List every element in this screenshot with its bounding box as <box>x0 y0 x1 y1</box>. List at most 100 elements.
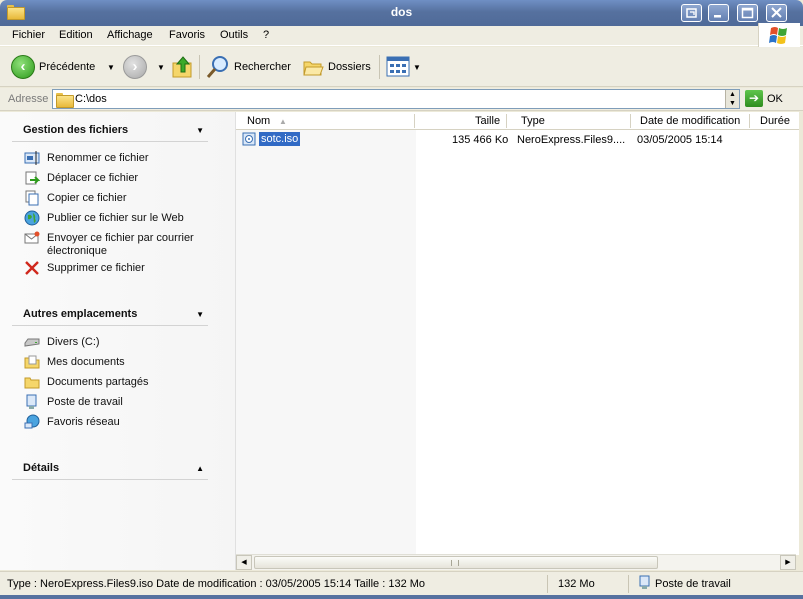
file-name-cell[interactable]: sotc.iso <box>242 132 301 146</box>
column-name[interactable]: Nom <box>247 115 270 127</box>
task-delete[interactable]: Supprimer ce fichier <box>24 260 214 276</box>
menu-tools[interactable]: Outils <box>220 29 248 41</box>
scrollbar-thumb[interactable] <box>254 556 658 569</box>
search-button[interactable]: Rechercher <box>206 53 291 81</box>
column-divider[interactable] <box>414 114 415 128</box>
task-move[interactable]: Déplacer ce fichier <box>24 170 214 186</box>
sorted-column-highlight <box>236 112 416 555</box>
forward-dropdown-arrow[interactable]: ▼ <box>157 53 165 81</box>
task-send-mail[interactable]: Envoyer ce fichier par courrier électron… <box>24 230 214 258</box>
place-drive-c[interactable]: Divers (C:) <box>24 334 214 350</box>
go-arrow-icon: ➔ <box>745 90 763 107</box>
column-duration[interactable]: Durée <box>760 115 790 127</box>
task-move-label: Déplacer ce fichier <box>47 172 139 184</box>
go-button[interactable]: ➔ OK <box>745 90 783 107</box>
forward-arrow-icon: › <box>123 55 147 79</box>
expand-chevron-icon[interactable]: ▲ <box>196 464 204 473</box>
menu-favorites[interactable]: Favoris <box>169 29 205 41</box>
folders-icon <box>303 61 324 76</box>
minimize-button[interactable] <box>708 4 729 22</box>
back-button[interactable]: ‹ Précédente <box>11 53 95 81</box>
maximize-icon <box>741 7 754 19</box>
my-documents-icon <box>24 354 40 370</box>
horizontal-scrollbar[interactable]: ◀ ▶ <box>236 554 796 570</box>
status-info: Type : NeroExpress.Files9.iso Date de mo… <box>7 578 426 590</box>
place-my-documents[interactable]: Mes documents <box>24 354 214 370</box>
collapse-chevron-icon[interactable]: ▼ <box>196 310 204 319</box>
address-bar: Adresse C:\dos ▲ ▼ ➔ OK <box>0 88 803 111</box>
up-folder-button[interactable] <box>172 53 194 81</box>
other-places-header[interactable]: Autres emplacements ▼ <box>12 304 208 326</box>
forward-button[interactable]: › <box>123 53 147 81</box>
details-title: Détails <box>23 462 60 474</box>
hard-drive-icon <box>24 334 40 350</box>
windows-logo <box>758 23 800 48</box>
place-shared-label: Documents partagés <box>47 376 149 388</box>
address-input[interactable]: C:\dos ▲ ▼ <box>52 89 740 109</box>
column-divider[interactable] <box>506 114 507 128</box>
file-name: sotc.iso <box>259 132 301 146</box>
file-size: 135 466 Ko <box>452 134 509 146</box>
column-header-bar: Nom ▲ Taille Type Date de modification D… <box>236 112 799 130</box>
task-publish-web[interactable]: Publier ce fichier sur le Web <box>24 210 214 226</box>
mail-icon <box>24 230 40 246</box>
file-tasks-header[interactable]: Gestion des fichiers ▼ <box>12 120 208 142</box>
place-my-computer[interactable]: Poste de travail <box>24 394 214 410</box>
explorer-window: dos Fichier Edition Affichage Favoris Ou… <box>0 0 803 599</box>
maximize-button[interactable] <box>737 4 758 22</box>
rename-icon <box>24 150 40 166</box>
title-bar[interactable]: dos <box>0 0 803 26</box>
column-type[interactable]: Type <box>521 115 545 127</box>
task-publish-label: Publier ce fichier sur le Web <box>47 212 184 224</box>
views-dropdown-arrow[interactable]: ▼ <box>413 63 421 72</box>
menu-bar: Fichier Edition Affichage Favoris Outils… <box>0 26 803 46</box>
place-network[interactable]: Favoris réseau <box>24 414 214 430</box>
details-header[interactable]: Détails ▲ <box>12 458 208 480</box>
place-shared-documents[interactable]: Documents partagés <box>24 374 214 390</box>
column-divider[interactable] <box>749 114 750 128</box>
folder-icon <box>56 93 74 108</box>
folders-label: Dossiers <box>328 61 371 73</box>
task-copy-label: Copier ce fichier <box>47 192 127 204</box>
task-pane: Gestion des fichiers ▼ Renommer ce fichi… <box>0 112 236 570</box>
extra-window-button[interactable] <box>681 4 702 22</box>
back-arrow-icon: ‹ <box>11 55 35 79</box>
place-network-label: Favoris réseau <box>47 416 120 428</box>
address-dropdown-button[interactable]: ▲ ▼ <box>725 90 739 108</box>
menu-edit[interactable]: Edition <box>59 29 93 41</box>
minimize-icon <box>714 15 721 18</box>
address-value: C:\dos <box>75 93 107 105</box>
windows-flag-icon <box>769 27 787 44</box>
collapse-chevron-icon[interactable]: ▼ <box>196 126 204 135</box>
go-label: OK <box>767 92 783 105</box>
column-size[interactable]: Taille <box>475 115 500 127</box>
other-places-title: Autres emplacements <box>23 308 138 320</box>
menu-help[interactable]: ? <box>263 29 269 41</box>
window-arrow-icon <box>686 8 697 18</box>
folders-button[interactable]: Dossiers <box>302 53 371 81</box>
scroll-right-button[interactable]: ▶ <box>780 555 796 570</box>
task-copy[interactable]: Copier ce fichier <box>24 190 214 206</box>
back-dropdown-arrow[interactable]: ▼ <box>107 53 115 81</box>
column-date[interactable]: Date de modification <box>640 115 740 127</box>
file-list[interactable]: Nom ▲ Taille Type Date de modification D… <box>236 112 799 555</box>
close-icon <box>771 7 782 18</box>
network-icon <box>24 414 40 430</box>
window-frame-bottom <box>0 595 803 599</box>
menu-file[interactable]: Fichier <box>12 29 45 41</box>
menu-view[interactable]: Affichage <box>107 29 153 41</box>
status-zone: Poste de travail <box>655 578 731 590</box>
globe-icon <box>24 210 40 226</box>
copy-icon <box>24 190 40 206</box>
table-row[interactable]: sotc.iso 135 466 Ko NeroExpress.Files9..… <box>236 132 799 148</box>
status-separator <box>628 575 629 593</box>
task-rename[interactable]: Renommer ce fichier <box>24 150 214 166</box>
sort-ascending-icon: ▲ <box>279 117 287 126</box>
toolbar: ‹ Précédente ▼ › ▼ Rechercher Dossiers ▼ <box>0 47 803 87</box>
address-label: Adresse <box>8 93 49 105</box>
column-divider[interactable] <box>630 114 631 128</box>
task-send-label: Envoyer ce fichier par courrier électron… <box>47 232 194 257</box>
views-button[interactable]: ▼ <box>386 53 421 81</box>
scroll-left-button[interactable]: ◀ <box>236 555 252 570</box>
close-button[interactable] <box>766 4 787 22</box>
